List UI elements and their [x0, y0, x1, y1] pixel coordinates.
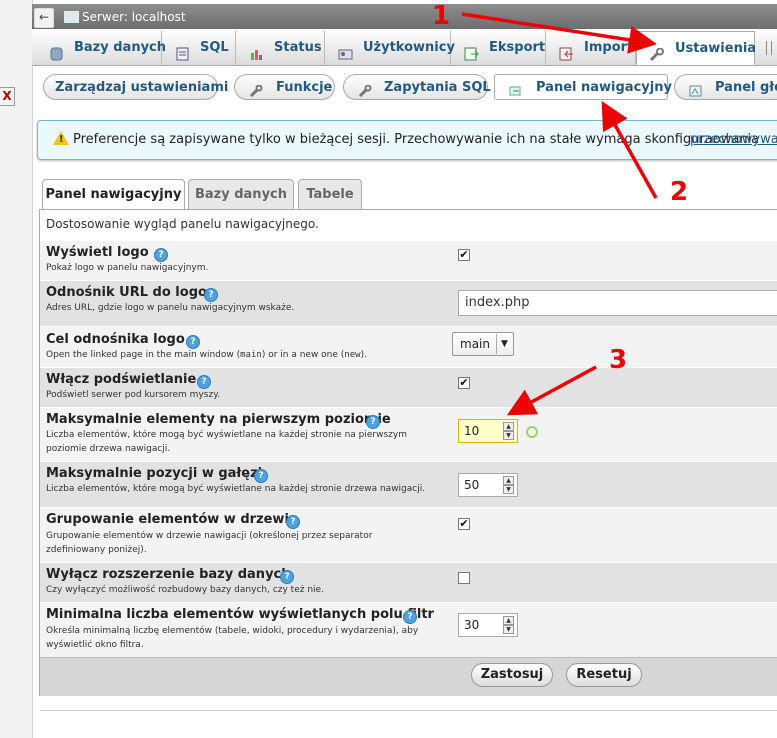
annotation-arrows: [461, 12, 658, 416]
annotation-arrow-2: [601, 100, 658, 199]
annotation-arrow-3: [506, 365, 597, 416]
annotation-number-2: 2: [670, 177, 689, 207]
annotation-arrow-1: [461, 12, 657, 54]
annotation-number-3: 3: [609, 345, 628, 375]
annotation-number-1: 1: [432, 1, 451, 31]
